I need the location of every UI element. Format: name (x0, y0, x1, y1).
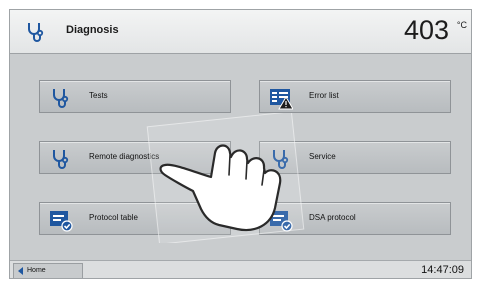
service-button[interactable]: Service (259, 141, 451, 174)
protocol-check-icon (50, 211, 73, 232)
back-arrow-icon (18, 267, 23, 275)
service-label: Service (309, 152, 336, 161)
stethoscope-icon (273, 150, 289, 169)
screen: Diagnosis 403 °C Tests Error list Remote… (0, 0, 477, 285)
diagnosis-panel: Diagnosis 403 °C Tests Error list Remote… (9, 9, 472, 279)
header-bar: Diagnosis 403 °C (10, 10, 471, 54)
temperature-readout: 403 (403, 15, 449, 45)
protocol-check-icon (270, 211, 293, 232)
dsa-protocol-label: DSA protocol (309, 213, 356, 222)
remote-diagnostics-button[interactable]: Remote diagnostics (39, 141, 231, 174)
tests-button[interactable]: Tests (39, 80, 231, 113)
page-title: Diagnosis (66, 24, 119, 36)
error-list-label: Error list (309, 91, 339, 100)
dsa-protocol-button[interactable]: DSA protocol (259, 202, 451, 235)
tests-label: Tests (89, 91, 108, 100)
error-list-warning-icon (270, 89, 293, 110)
protocol-table-label: Protocol table (89, 213, 138, 222)
home-button[interactable]: Home (13, 263, 83, 278)
temperature-unit: °C (456, 20, 467, 30)
footer-bar: Home 14:47:09 (10, 260, 471, 278)
error-list-button[interactable]: Error list (259, 80, 451, 113)
stethoscope-icon (28, 23, 44, 42)
stethoscope-icon (53, 150, 69, 169)
clock: 14:47:09 (421, 264, 464, 276)
home-label: Home (27, 267, 46, 274)
remote-diagnostics-label: Remote diagnostics (89, 152, 160, 161)
protocol-table-button[interactable]: Protocol table (39, 202, 231, 235)
stethoscope-icon (53, 89, 69, 108)
